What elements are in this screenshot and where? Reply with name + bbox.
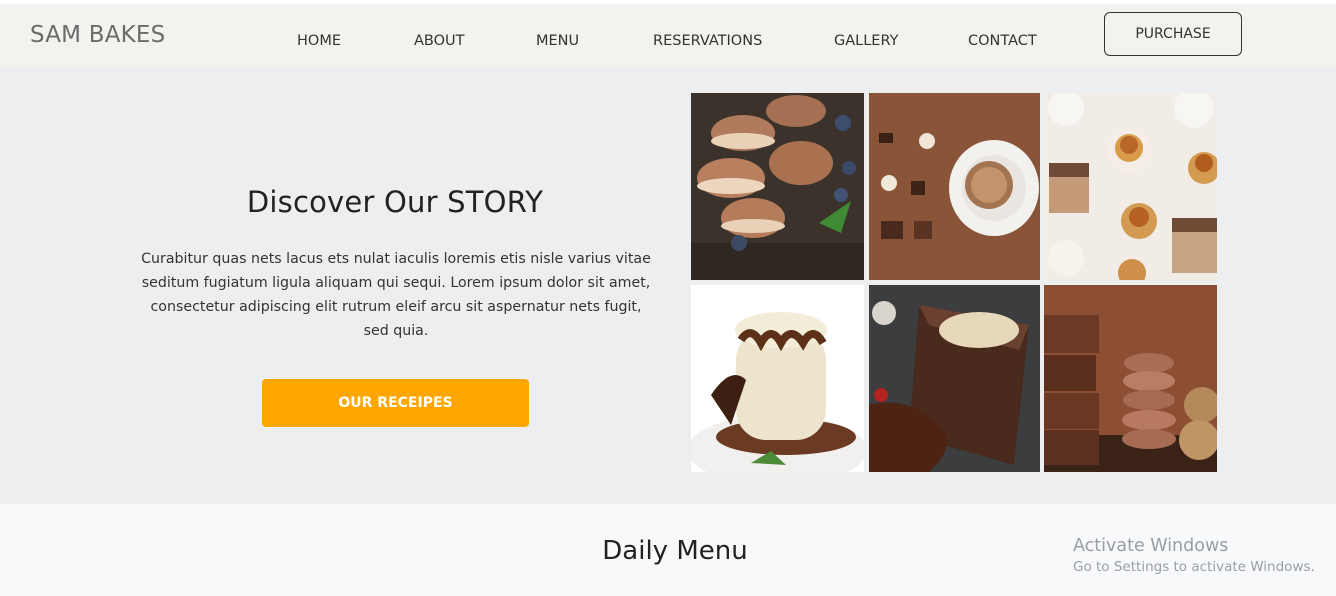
- watermark-line-2: Go to Settings to activate Windows.: [1073, 559, 1315, 575]
- watermark-line-1: Activate Windows: [1073, 536, 1229, 556]
- hero-title: Discover Our STORY: [246, 185, 544, 219]
- coffee-cup-image: [869, 93, 1040, 280]
- nav-reservations[interactable]: RESERVATIONS: [653, 33, 762, 49]
- navbar: SAM BAKES HOME ABOUT MENU RESERVATIONS G…: [0, 4, 1336, 67]
- gallery-image-macarons[interactable]: [691, 93, 864, 280]
- nav-home[interactable]: HOME: [297, 33, 341, 49]
- caramel-pastries-image: [1044, 93, 1217, 280]
- chocolate-cake-image: [869, 285, 1040, 472]
- hero-paragraph: Curabitur quas nets lacus ets nulat iacu…: [141, 251, 651, 339]
- activate-windows-watermark: Activate Windows Go to Settings to activ…: [1073, 536, 1315, 575]
- nav-contact[interactable]: CONTACT: [968, 33, 1037, 49]
- brand-logo[interactable]: SAM BAKES: [30, 22, 165, 48]
- brownies-macarons-image: [1044, 285, 1217, 472]
- gallery-image-chocolate-cake[interactable]: [869, 285, 1040, 472]
- panna-cotta-image: [691, 285, 864, 472]
- gallery-image-pastries[interactable]: [1044, 93, 1217, 280]
- gallery-image-panna-cotta[interactable]: [691, 285, 864, 472]
- gallery-image-coffee[interactable]: [869, 93, 1040, 280]
- gallery-image-brownies[interactable]: [1044, 285, 1217, 472]
- nav-gallery[interactable]: GALLERY: [834, 33, 898, 49]
- purchase-button[interactable]: PURCHASE: [1104, 12, 1242, 56]
- our-receipes-button[interactable]: OUR RECEIPES: [262, 379, 529, 427]
- nav-about[interactable]: ABOUT: [414, 33, 465, 49]
- macarons-image: [691, 93, 864, 280]
- nav-menu[interactable]: MENU: [536, 33, 579, 49]
